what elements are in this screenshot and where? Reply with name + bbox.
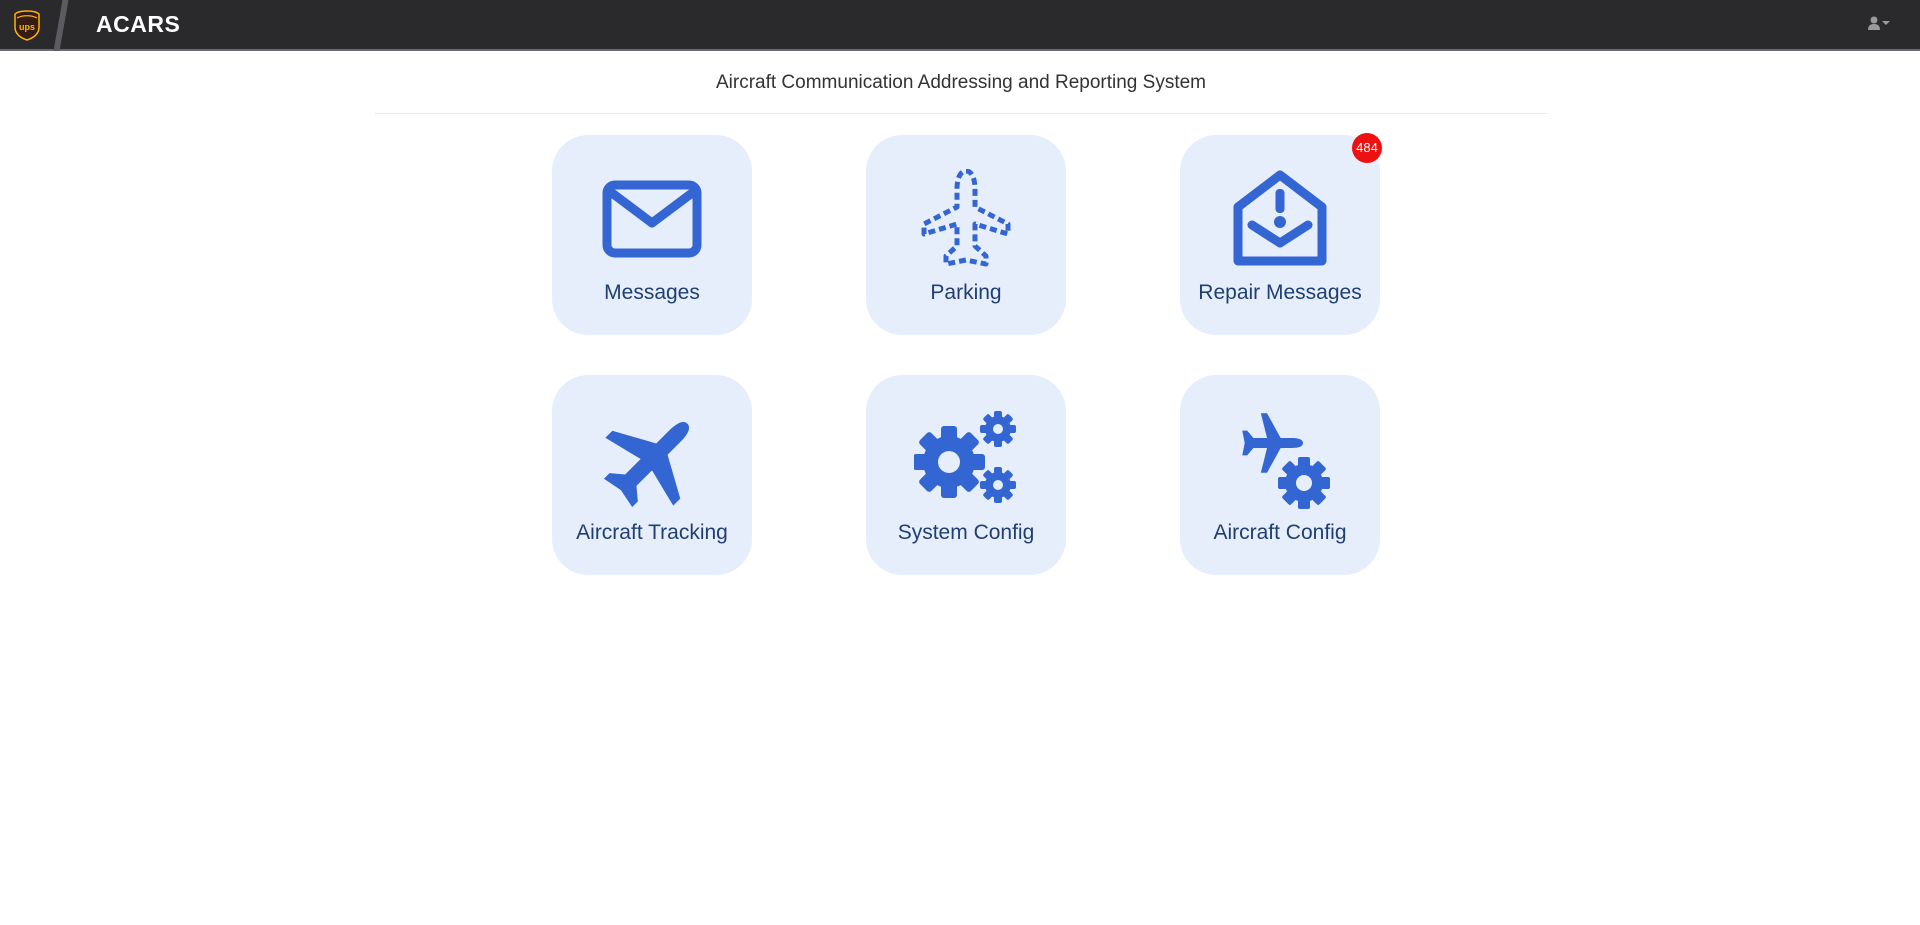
caret-down-icon [1882, 21, 1890, 25]
tile-label: System Config [897, 521, 1035, 544]
header-divider [375, 113, 1547, 114]
messages-tile[interactable]: Messages [552, 135, 752, 335]
brand-title[interactable]: ACARS [96, 11, 180, 38]
page-title: Aircraft Communication Addressing and Re… [715, 72, 1206, 93]
plane-icon [603, 421, 690, 508]
gears-icon [914, 411, 1016, 503]
tile-label: Aircraft Config [1213, 521, 1347, 544]
repair-messages-tile[interactable]: Repair Messages 484 [1180, 133, 1382, 335]
aircraft-config-tile[interactable]: Aircraft Config [1180, 375, 1380, 575]
nav-divider [53, 0, 69, 51]
envelope-alert-icon [1233, 170, 1327, 266]
tile-label: Parking [930, 281, 1002, 304]
tile-label: Messages [604, 281, 700, 304]
parking-tile[interactable]: Parking [866, 135, 1066, 335]
user-icon [1868, 16, 1880, 30]
plane-gear-icon [1242, 413, 1330, 509]
envelope-icon [602, 180, 702, 258]
aircraft-tracking-tile[interactable]: Aircraft Tracking [552, 375, 752, 575]
plane-outline-icon [921, 169, 1011, 267]
svg-text:ups: ups [19, 22, 35, 32]
system-config-tile[interactable]: System Config [866, 375, 1066, 575]
notification-badge: 484 [1352, 133, 1382, 163]
tile-label: Repair Messages [1198, 281, 1362, 304]
top-navbar: ups ACARS [0, 0, 1920, 51]
user-menu-button[interactable] [1868, 16, 1890, 30]
ups-logo[interactable]: ups [14, 10, 40, 41]
tile-label: Aircraft Tracking [576, 521, 728, 544]
